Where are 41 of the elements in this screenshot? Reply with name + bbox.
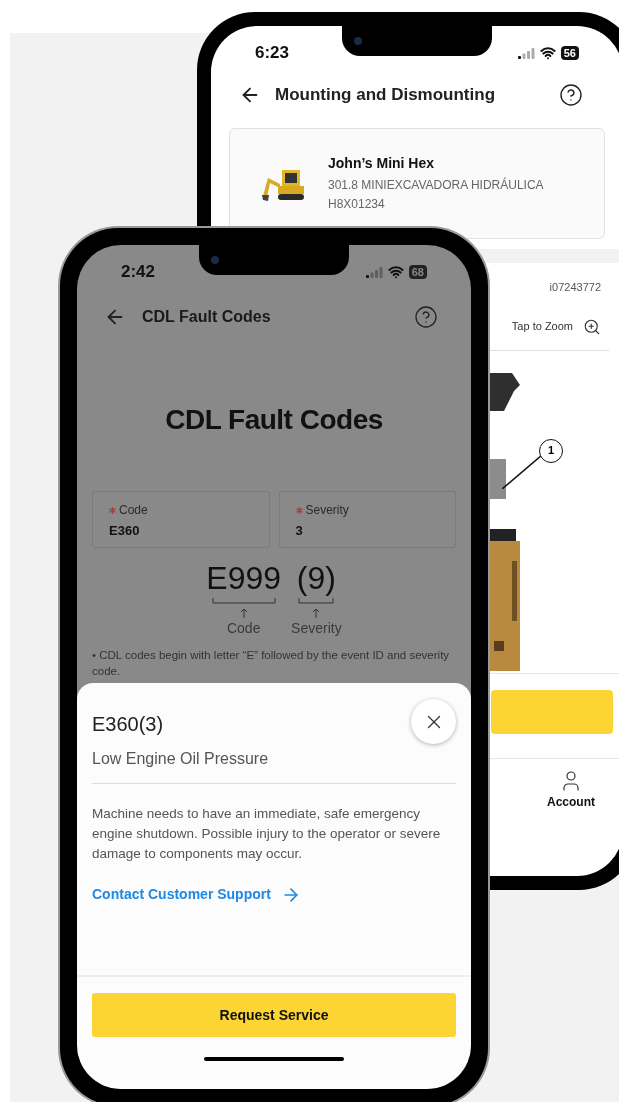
screen-title: CDL Fault Codes <box>142 307 271 327</box>
account-tab[interactable]: Account <box>547 768 595 811</box>
format-note: • CDL codes begin with letter “E” followed by the event ID and severity code. <box>91 648 451 679</box>
screen-title: Mounting and Dismounting <box>275 84 495 107</box>
signal-icon <box>365 266 383 278</box>
page-title: CDL Fault Codes <box>165 403 383 437</box>
severity-example: (9) <box>296 559 336 598</box>
wifi-icon <box>387 264 404 280</box>
machine-name: John’s Mini Hex <box>328 154 436 173</box>
machine-serial: H8X01234 <box>328 196 386 213</box>
support-link[interactable]: Contact Customer Support <box>92 884 301 905</box>
battery-level: 68 <box>408 265 427 279</box>
up-arrow-icon <box>312 608 321 618</box>
status-time: 6:23 <box>255 42 290 65</box>
leader-line <box>502 454 542 489</box>
field-value: E360 <box>109 522 141 540</box>
help-icon[interactable] <box>559 83 583 107</box>
up-arrow-icon <box>239 608 248 618</box>
request-service-button[interactable]: Request Service <box>92 993 456 1037</box>
zoom-hint: Tap to Zoom <box>511 319 573 335</box>
signal-icon <box>517 47 535 59</box>
field-label: Severity <box>305 502 349 519</box>
sheet-title: E360(3) <box>92 712 165 737</box>
callout-label: 1 <box>539 438 563 463</box>
severity-caption: Severity <box>291 619 342 638</box>
code-caption: Code <box>226 619 261 638</box>
bracket-icon <box>211 598 276 604</box>
wifi-icon <box>539 45 556 61</box>
input-field[interactable]: Severity 3 <box>278 491 456 548</box>
input-field[interactable]: Code E360 <box>92 491 270 548</box>
field-label: Code <box>119 502 148 519</box>
zoom-icon[interactable] <box>583 317 601 336</box>
field-value: 3 <box>295 522 304 540</box>
battery-level: 56 <box>560 46 579 60</box>
code-example: E999 <box>206 559 282 598</box>
status-time: 2:42 <box>121 261 156 284</box>
bracket-icon <box>298 598 335 604</box>
sheet-description: Machine needs to have an immediate, safe emergency engine shutdown. Possible injury to the operator or severe damage to components may occur. <box>91 805 442 863</box>
machine-model: 301.8 MINIEXCAVADORA HIDRÁULICA <box>328 176 544 194</box>
sheet-subtitle: Low Engine Oil Pressure <box>92 749 269 769</box>
illustration-id: i07243772 <box>549 280 601 295</box>
